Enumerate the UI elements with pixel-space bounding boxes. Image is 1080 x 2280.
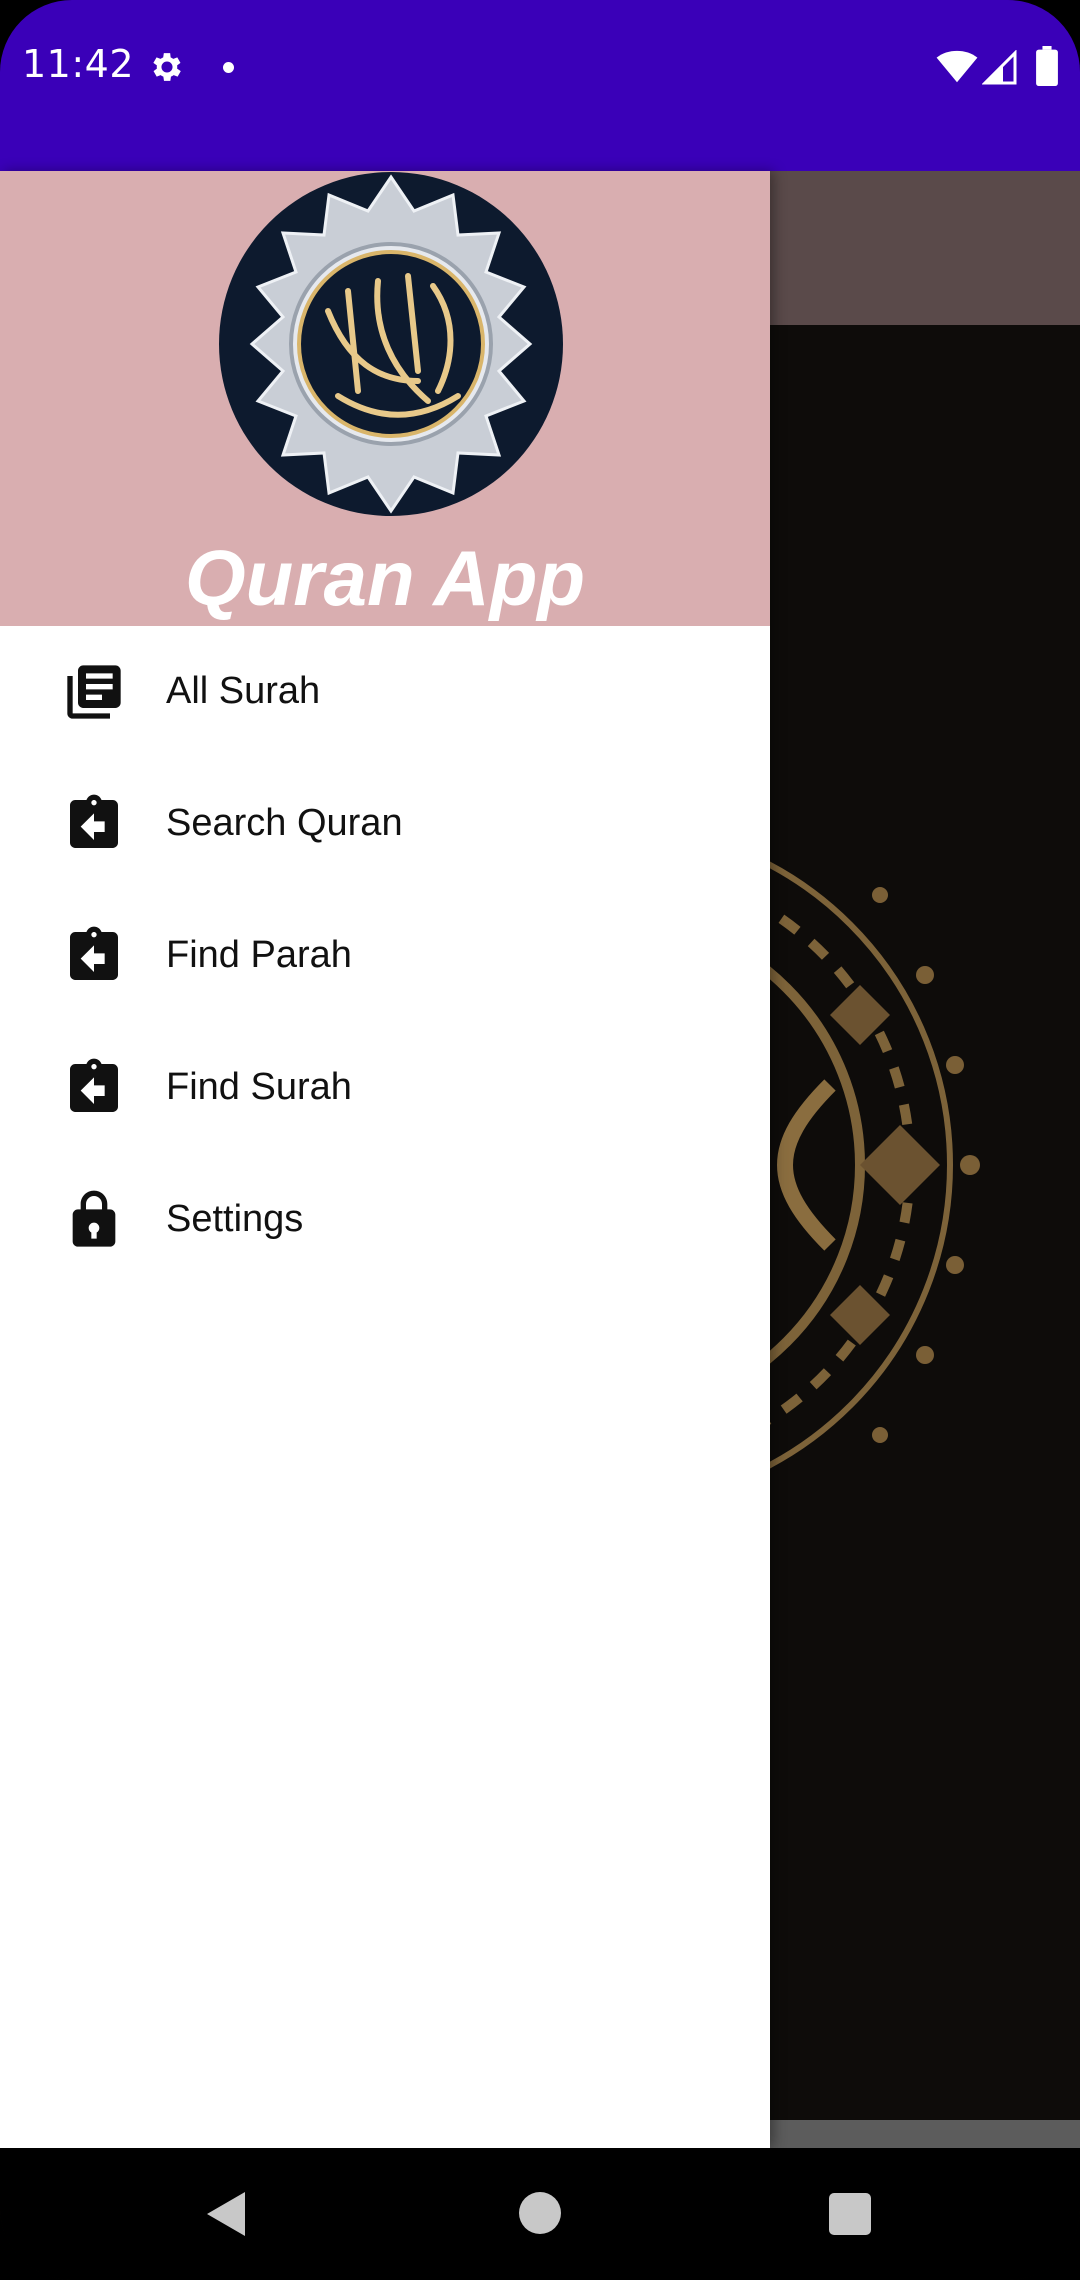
menu-label: Settings [166, 1198, 304, 1240]
assignment-return-icon [70, 794, 118, 848]
menu-item-all-surah[interactable]: All Surah [0, 626, 770, 758]
home-icon[interactable] [519, 2192, 561, 2234]
menu-item-settings[interactable]: Settings [0, 1154, 770, 1286]
status-bar: 11:42 [0, 0, 1080, 171]
assignment-return-icon [70, 1058, 118, 1112]
back-icon[interactable] [205, 2190, 249, 2238]
drawer-menu: All Surah Search Quran Find Parah Find S… [0, 626, 770, 1286]
assignment-return-icon [70, 926, 118, 980]
quran-logo [219, 172, 563, 516]
menu-label: Find Parah [166, 934, 352, 976]
menu-item-find-parah[interactable]: Find Parah [0, 890, 770, 1022]
background-app-bar [770, 171, 1080, 325]
wifi-icon [936, 50, 978, 83]
library-books-icon [67, 665, 121, 719]
signal-icon [982, 50, 1017, 85]
menu-item-find-surah[interactable]: Find Surah [0, 1022, 770, 1154]
app-title: Quran App [184, 534, 586, 622]
lock-icon [72, 1190, 116, 1247]
menu-item-search-quran[interactable]: Search Quran [0, 758, 770, 890]
background-bottom-strip [770, 2120, 1080, 2148]
battery-icon [1036, 46, 1058, 86]
menu-label: All Surah [166, 670, 321, 712]
screen: 11:42 Quran App All Surah Search Quran F… [0, 0, 1080, 2280]
navigation-drawer: Quran App All Surah Search Quran Find Pa… [0, 171, 770, 2148]
status-time: 11:42 [22, 42, 135, 86]
notification-dot-icon [223, 62, 234, 73]
ornament-image [770, 861, 980, 1469]
recents-icon[interactable] [829, 2193, 871, 2235]
background-content [770, 325, 1080, 2120]
gear-icon [153, 53, 181, 81]
menu-label: Search Quran [166, 802, 403, 844]
menu-label: Find Surah [166, 1066, 352, 1108]
drawer-header: Quran App [0, 171, 770, 626]
